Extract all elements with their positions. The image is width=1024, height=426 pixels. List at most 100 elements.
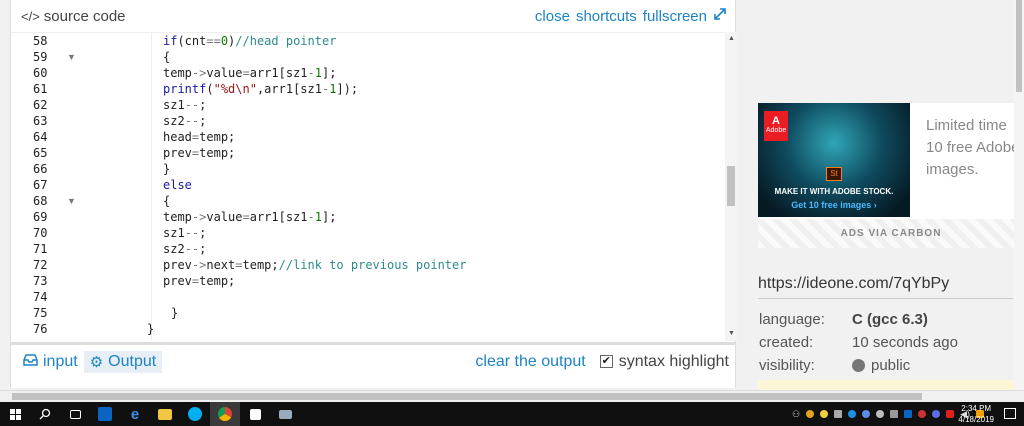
adobe-stock-badge: St xyxy=(826,167,842,181)
code-line: printf("%d\n",arr1[sz1-1]); xyxy=(163,82,359,96)
line-number: 69 xyxy=(33,210,48,224)
code-line: prev=temp; xyxy=(163,146,236,160)
line-number: 62 xyxy=(33,98,48,112)
page-scrollbar[interactable] xyxy=(1014,0,1024,390)
taskbar-outlook[interactable] xyxy=(90,402,120,426)
line-number: 76 xyxy=(33,322,48,336)
visibility-label: visibility: xyxy=(759,357,815,374)
page-scrollbar-thumb[interactable] xyxy=(1016,0,1022,92)
editor-title: </> source code xyxy=(21,8,126,25)
tab-input-label: input xyxy=(43,352,78,370)
line-number: 63 xyxy=(33,114,48,128)
skype-tray-icon[interactable] xyxy=(848,410,857,418)
start-button[interactable] xyxy=(0,402,30,426)
taskbar-notes[interactable] xyxy=(240,402,270,426)
ad-cta[interactable]: Get 10 free images › xyxy=(758,200,910,210)
code-line: prev->next=temp;//link to previous point… xyxy=(163,258,467,272)
taskbar-explorer[interactable] xyxy=(150,402,180,426)
notification-icon[interactable] xyxy=(1004,408,1016,419)
editor-panel: </> source code close shortcuts fullscre… xyxy=(10,0,737,388)
outlook-icon xyxy=(98,407,112,421)
code-line: temp->value=arr1[sz1-1]; xyxy=(163,210,337,224)
carbon-ad[interactable]: A Adobe St MAKE IT WITH ADOBE STOCK. Get … xyxy=(758,103,1024,248)
code-line: } xyxy=(147,322,155,336)
close-link[interactable]: close xyxy=(535,8,570,25)
fullscreen-link[interactable]: fullscreen xyxy=(643,8,707,25)
taskbar-skype[interactable] xyxy=(180,402,210,426)
created-row: created: 10 seconds ago xyxy=(759,334,958,351)
code-line: temp->value=arr1[sz1-1]; xyxy=(163,66,337,80)
created-value: 10 seconds ago xyxy=(852,334,958,351)
editor-scrollbar[interactable]: ▲ ▼ xyxy=(725,32,737,341)
code-line: } xyxy=(163,162,171,176)
syntax-highlight-toggle[interactable]: ✔ syntax highlight xyxy=(599,353,729,371)
tab-output-label: Output xyxy=(108,352,157,370)
shortcuts-link[interactable]: shortcuts xyxy=(576,8,637,25)
scroll-down-icon[interactable]: ▼ xyxy=(728,330,735,337)
ad-image[interactable]: A Adobe St MAKE IT WITH ADOBE STOCK. Get … xyxy=(758,103,910,217)
clear-output-link[interactable]: clear the output xyxy=(475,353,585,371)
ad-text-line: Limited time xyxy=(926,117,1007,134)
edge-icon: e xyxy=(130,405,140,423)
gears-icon: ⚙ xyxy=(89,353,104,371)
line-number: 75 xyxy=(33,306,48,320)
skype-icon xyxy=(188,407,202,421)
code-line: prev=temp; xyxy=(163,274,236,288)
update-tray-icon[interactable] xyxy=(820,410,829,418)
chrome-tray-icon[interactable] xyxy=(806,410,815,418)
code-line: sz2--; xyxy=(163,114,207,128)
ads-via-carbon-link[interactable]: ADS VIA CARBON xyxy=(758,219,1024,248)
syntax-highlight-checkbox[interactable]: ✔ xyxy=(599,355,613,368)
code-editor[interactable]: 58 59 ▼ 60 61 62 63 64 65 66 67 68 ▼ 69 … xyxy=(11,32,725,341)
fold-arrow-icon[interactable]: ▼ xyxy=(67,193,76,209)
line-number-gutter: 58 59 ▼ 60 61 62 63 64 65 66 67 68 ▼ 69 … xyxy=(11,33,79,341)
line-number: 68 xyxy=(33,194,48,208)
network-tray-icon[interactable] xyxy=(876,410,885,418)
ad-text[interactable]: Limited time 10 free Adobe images. xyxy=(926,115,1024,181)
visibility-value: public xyxy=(871,357,911,374)
app-tray-icon[interactable] xyxy=(932,410,941,418)
fold-arrow-icon[interactable]: ▼ xyxy=(67,49,76,65)
antivirus-tray-icon[interactable] xyxy=(946,410,955,418)
vpn-tray-icon[interactable] xyxy=(918,410,927,418)
line-number: 58 xyxy=(33,34,48,48)
inbox-icon xyxy=(23,353,38,371)
taskbar-clock[interactable]: 2:34 PM 4/18/2019 xyxy=(958,403,994,425)
camera-tray-icon[interactable] xyxy=(890,410,899,418)
paste-url[interactable]: https://ideone.com/7qYbPy xyxy=(758,275,1013,299)
windows-taskbar: e ⚇ ◀) 2:34 PM 4/18/2019 xyxy=(0,402,1024,426)
code-line: sz1--; xyxy=(163,226,207,240)
code-line: head=temp; xyxy=(163,130,236,144)
code-line: { xyxy=(163,194,171,208)
device-tray-icon[interactable] xyxy=(834,410,843,418)
defender-tray-icon[interactable] xyxy=(862,410,871,418)
io-bar: input ⚙ Output clear the output ✔ syntax… xyxy=(11,342,735,378)
chrome-icon xyxy=(218,407,232,421)
taskbar-chrome[interactable] xyxy=(210,402,240,426)
horizontal-scrollbar-thumb[interactable] xyxy=(12,393,922,400)
line-number: 66 xyxy=(33,162,48,176)
expand-icon[interactable] xyxy=(713,7,727,25)
search-button[interactable] xyxy=(30,402,60,426)
tab-input[interactable]: input xyxy=(17,351,84,373)
scroll-up-icon[interactable]: ▲ xyxy=(728,35,735,42)
created-label: created: xyxy=(759,334,814,351)
horizontal-scrollbar[interactable] xyxy=(0,390,1024,402)
code-line: } xyxy=(171,306,179,320)
taskbar-edge[interactable]: e xyxy=(120,402,150,426)
task-view-button[interactable] xyxy=(60,402,90,426)
editor-scrollbar-thumb[interactable] xyxy=(727,166,735,206)
line-number: 59 xyxy=(33,50,48,64)
taskbar-snipping[interactable] xyxy=(270,402,300,426)
line-number: 73 xyxy=(33,274,48,288)
outlook-tray-icon[interactable] xyxy=(904,410,913,418)
language-value: C (gcc 6.3) xyxy=(852,311,928,328)
tab-output[interactable]: ⚙ Output xyxy=(83,350,163,373)
line-number: 64 xyxy=(33,130,48,144)
notes-icon xyxy=(249,408,261,420)
people-icon[interactable]: ⚇ xyxy=(792,409,800,420)
code-line: sz1--; xyxy=(163,98,207,112)
ad-text-line: 10 free Adobe xyxy=(926,139,1020,156)
editor-header-links: close shortcuts fullscreen xyxy=(535,7,727,25)
folder-icon xyxy=(158,408,172,420)
